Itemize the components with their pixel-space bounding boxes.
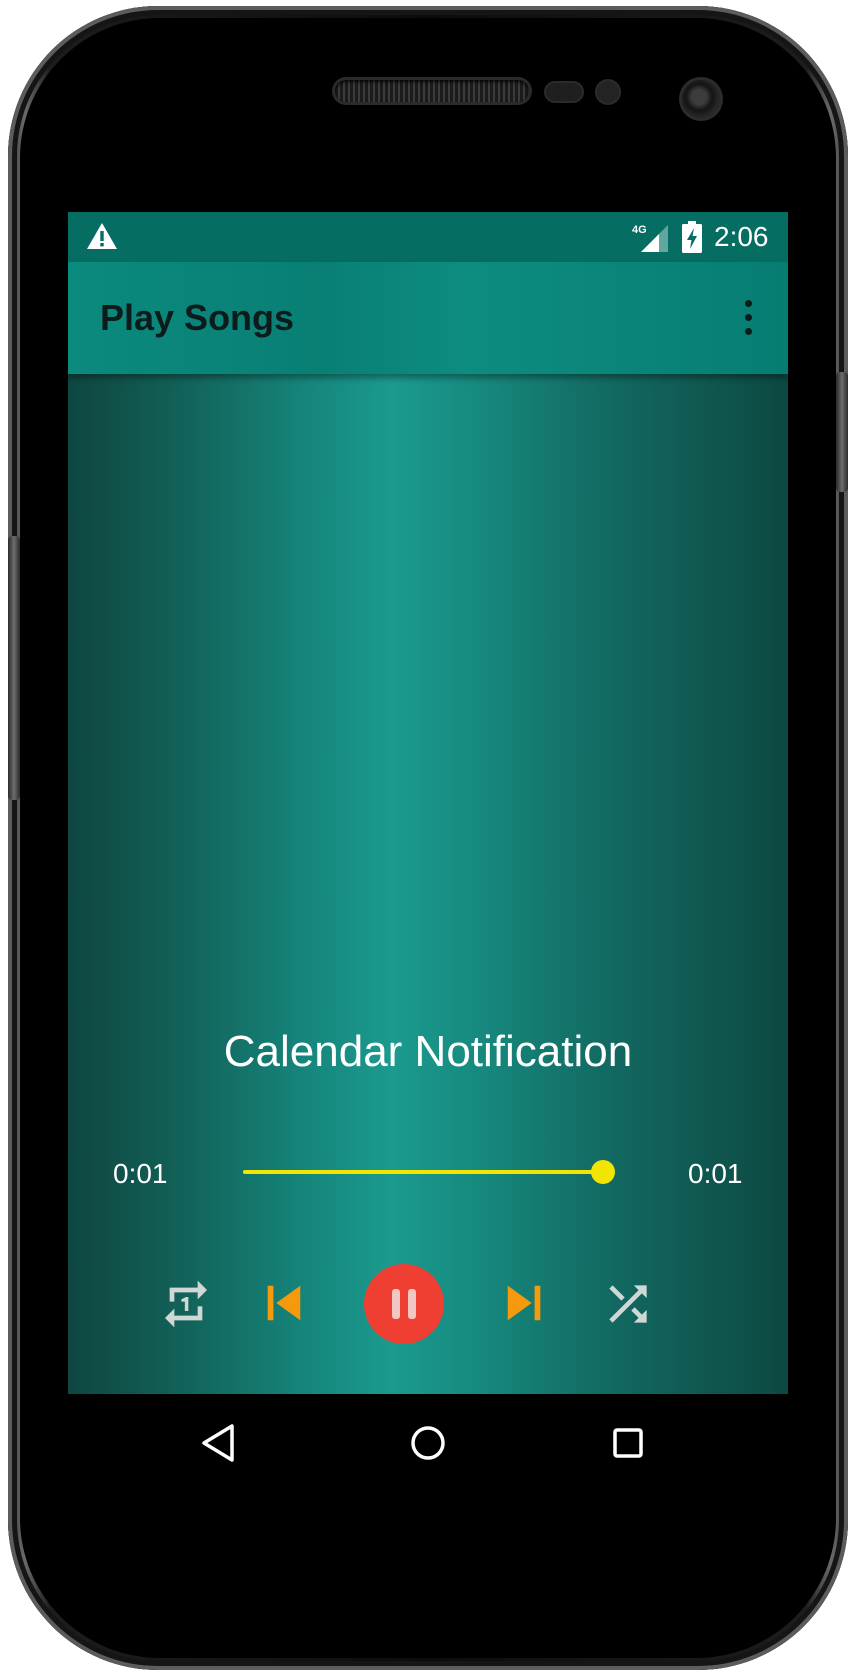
- shuffle-icon[interactable]: [600, 1276, 656, 1332]
- navigation-bar: [68, 1394, 788, 1492]
- light-sensor: [597, 81, 619, 103]
- seek-thumb[interactable]: [591, 1160, 615, 1184]
- app-bar: Play Songs: [68, 262, 788, 374]
- total-duration: 0:01: [688, 1158, 743, 1189]
- pause-button[interactable]: [364, 1264, 444, 1344]
- proximity-sensor: [546, 83, 582, 101]
- back-icon[interactable]: [195, 1418, 245, 1468]
- volume-button: [8, 536, 20, 800]
- battery-charging-icon: [682, 221, 702, 253]
- more-vert-icon[interactable]: [736, 296, 760, 342]
- pause-icon: [392, 1289, 416, 1319]
- front-camera: [682, 80, 720, 118]
- player-content: Calendar Notification 0:01 0:01: [68, 374, 788, 1394]
- seek-progress: [243, 1170, 603, 1174]
- skip-next-icon[interactable]: [502, 1280, 548, 1326]
- svg-text:4G: 4G: [632, 224, 647, 236]
- seek-track: [243, 1170, 603, 1174]
- skip-previous-icon[interactable]: [260, 1280, 306, 1326]
- elapsed-time: 0:01: [113, 1158, 168, 1189]
- app-title: Play Songs: [100, 297, 295, 338]
- status-time: 2:06: [714, 221, 769, 252]
- warning-icon: [87, 223, 117, 249]
- earpiece-speaker: [335, 80, 529, 102]
- phone-screen: 4G 2:06 Play Songs Calendar Notification…: [68, 212, 788, 1492]
- playback-controls: [68, 1254, 788, 1354]
- home-icon[interactable]: [403, 1418, 453, 1468]
- recents-icon[interactable]: [603, 1418, 653, 1468]
- power-button: [836, 372, 848, 492]
- status-bar: 4G 2:06: [68, 212, 788, 262]
- song-title: Calendar Notification: [223, 1027, 633, 1076]
- repeat-one-icon[interactable]: [158, 1276, 214, 1332]
- seek-bar[interactable]: [243, 1152, 615, 1192]
- signal-icon: 4G: [632, 224, 668, 252]
